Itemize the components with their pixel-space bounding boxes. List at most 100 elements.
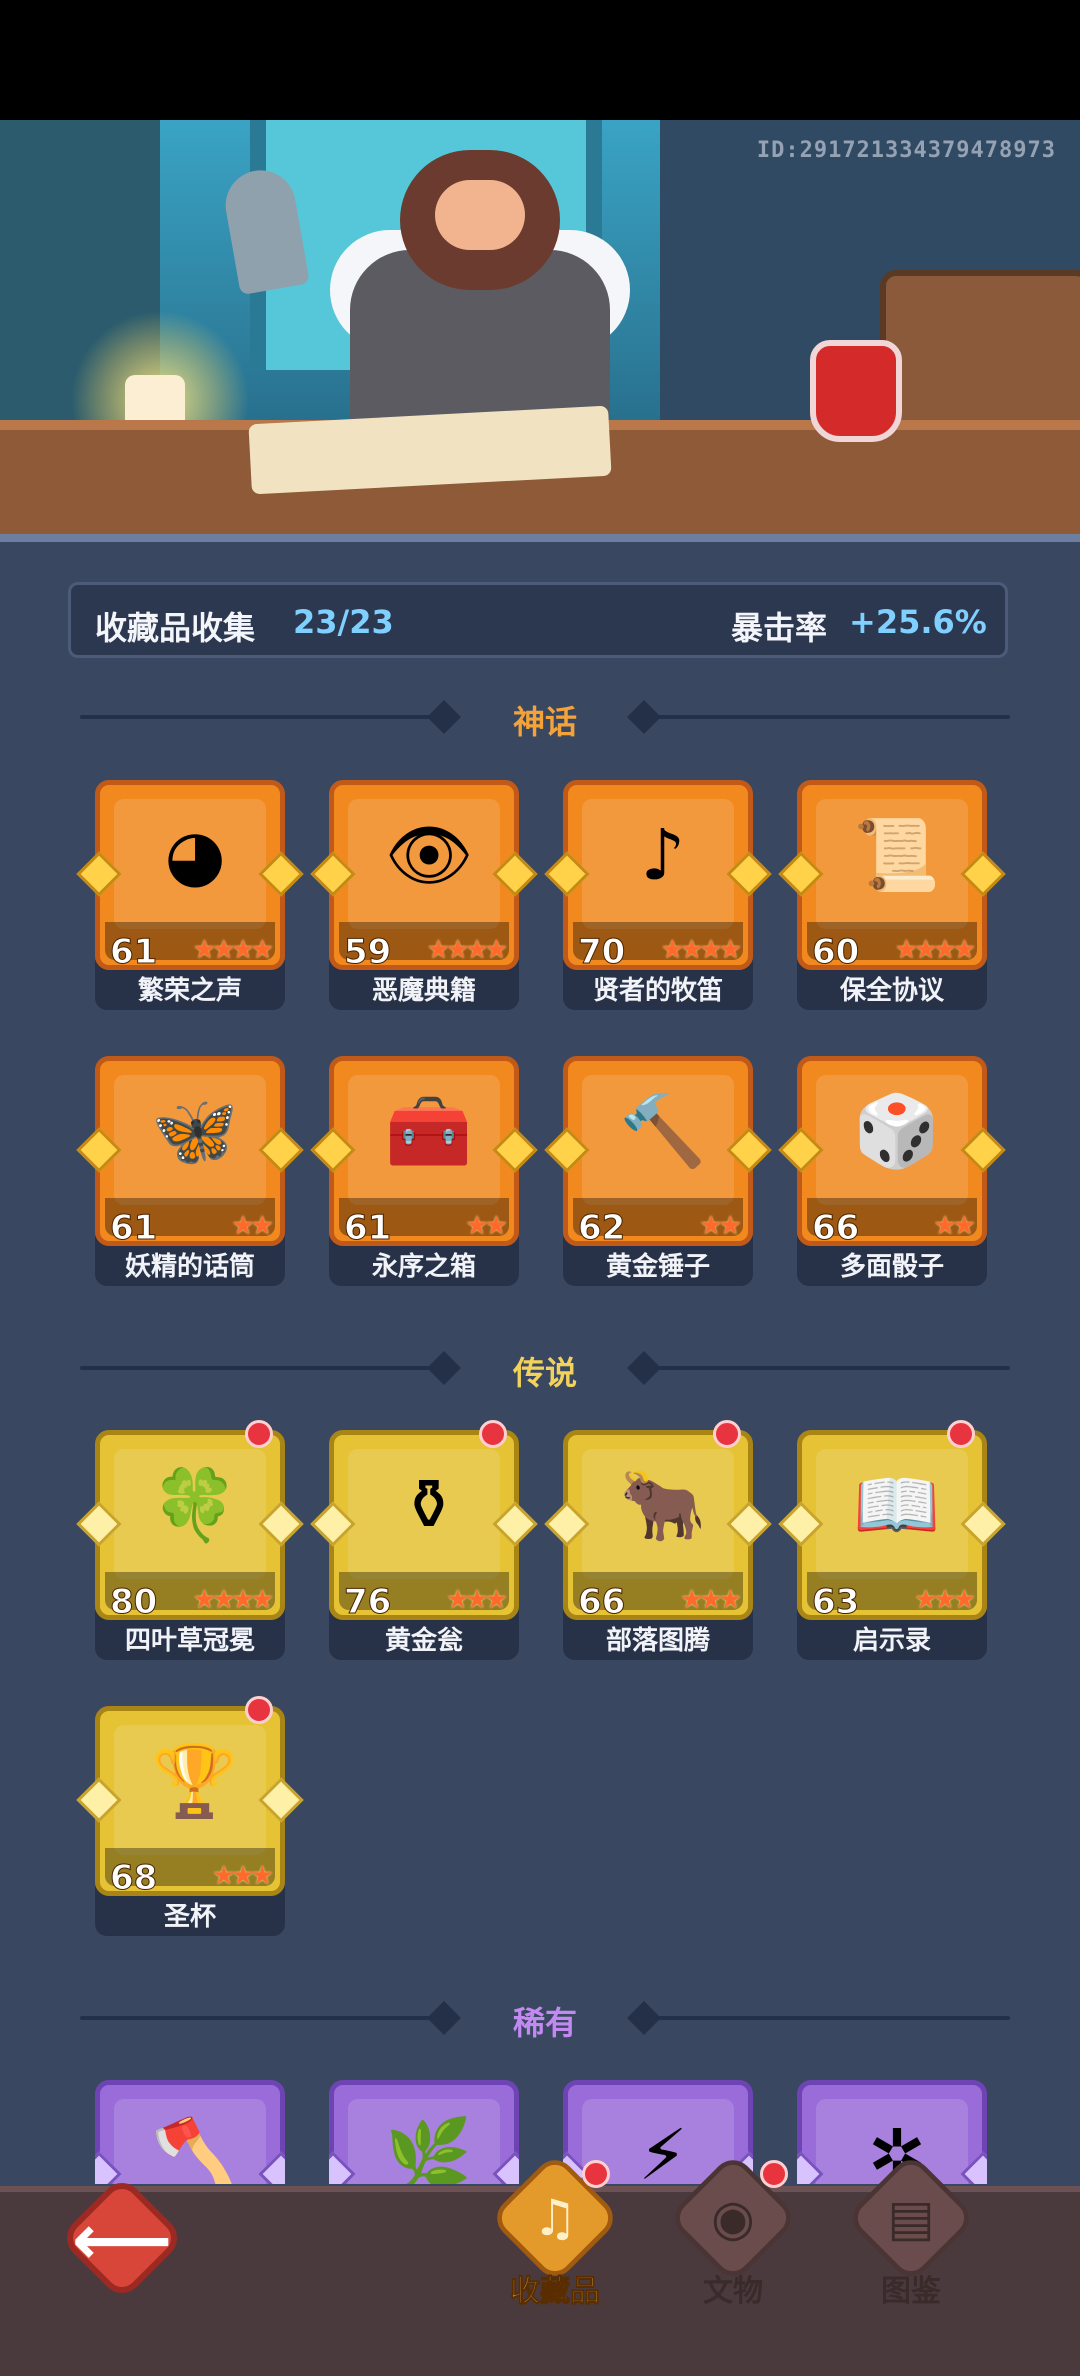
axe-icon: 🪓 bbox=[151, 2114, 239, 2184]
card-frame: 📜 60 ★★★★ bbox=[797, 780, 987, 970]
item-name: 繁荣之声 bbox=[137, 976, 242, 1006]
collectible-card[interactable]: ⚱ 76 ★★★ 黄金瓮 bbox=[310, 1420, 538, 1680]
user-id: ID:29172133437947897З bbox=[756, 138, 1056, 163]
harp-icon: ♫ bbox=[532, 2189, 578, 2247]
crit-value: +25.6% bbox=[849, 603, 987, 641]
status-bar bbox=[0, 0, 1080, 120]
item-level: 68 bbox=[109, 1858, 158, 1896]
grail-icon: 🏆 bbox=[151, 1740, 239, 1822]
item-level: 59 bbox=[343, 932, 392, 970]
back-arrow-icon[interactable]: ⟵ bbox=[62, 2190, 182, 2290]
collectible-card[interactable]: 🏆 68 ★★★ 圣杯 bbox=[76, 1696, 304, 1956]
item-level: 61 bbox=[343, 1208, 392, 1246]
item-name: 四叶草冠冕 bbox=[124, 1626, 255, 1656]
card-frame: 🐂 66 ★★★ bbox=[563, 1430, 753, 1620]
collectible-card[interactable]: 🐂 66 ★★★ 部落图腾 bbox=[544, 1420, 772, 1680]
star-rating: ★★★ bbox=[914, 1585, 976, 1615]
divider-line bbox=[650, 715, 1010, 719]
collection-count: 23/23 bbox=[293, 603, 394, 641]
collectible-card[interactable]: 📜 60 ★★★★ 保全协议 bbox=[778, 780, 1006, 1030]
collectible-card[interactable]: 👁 59 ★★★★ 恶魔典籍 bbox=[310, 780, 538, 1030]
notification-dot bbox=[479, 1420, 507, 1448]
card-frame: 📖 63 ★★★ bbox=[797, 1430, 987, 1620]
item-level: 80 bbox=[109, 1582, 158, 1620]
collectible-card[interactable]: 🪓 bbox=[95, 2080, 285, 2184]
divider-line bbox=[80, 1366, 440, 1370]
star-rating: ★★★★ bbox=[660, 935, 742, 965]
item-name: 永序之箱 bbox=[371, 1252, 476, 1282]
notification-dot bbox=[947, 1420, 975, 1448]
star-rating: ★★★★ bbox=[192, 935, 274, 965]
dwarf-face bbox=[435, 180, 525, 250]
collectible-card[interactable]: ◕ 61 ★★★★ 繁荣之声 bbox=[76, 780, 304, 1030]
collectible-card[interactable]: 🎲 66 ★★ 多面骰子 bbox=[778, 1056, 1006, 1306]
star-rating: ★★★ bbox=[212, 1861, 274, 1891]
item-level: 76 bbox=[343, 1582, 392, 1620]
item-level: 63 bbox=[811, 1582, 860, 1620]
hero-divider bbox=[0, 534, 1080, 542]
notification-dot bbox=[760, 2160, 788, 2188]
tab-codex[interactable]: ▤ 图鉴 bbox=[836, 2151, 986, 2309]
card-frame: 🦋 61 ★★ bbox=[95, 1056, 285, 1246]
notification-dot bbox=[713, 1420, 741, 1448]
card-frame: ♪ 70 ★★★★ bbox=[563, 780, 753, 970]
item-name: 恶魔典籍 bbox=[371, 976, 476, 1006]
tribal-totem-icon: 🐂 bbox=[619, 1464, 707, 1546]
star-rating: ★★ bbox=[699, 1211, 742, 1241]
tab-collectibles[interactable]: ♫ 收藏品 bbox=[480, 2151, 630, 2310]
divider-line bbox=[650, 1366, 1010, 1370]
item-level: 70 bbox=[577, 932, 626, 970]
section-title-rare: 稀有 bbox=[512, 2004, 577, 2042]
collectible-card[interactable]: 🧰 61 ★★ 永序之箱 bbox=[310, 1056, 538, 1306]
card-frame: 🔨 62 ★★ bbox=[563, 1056, 753, 1246]
star-rating: ★★ bbox=[231, 1211, 274, 1241]
treasure-chest-icon: 🧰 bbox=[385, 1090, 473, 1172]
collectible-card[interactable]: 🔨 62 ★★ 黄金锤子 bbox=[544, 1056, 772, 1306]
star-rating: ★★★ bbox=[446, 1585, 508, 1615]
item-level: 60 bbox=[811, 932, 860, 970]
flute-icon: ♪ bbox=[640, 814, 686, 896]
fairy-mic-icon: 🦋 bbox=[151, 1090, 239, 1172]
star-rating: ★★★★ bbox=[192, 1585, 274, 1615]
divider-line bbox=[80, 2016, 440, 2020]
item-name: 圣杯 bbox=[163, 1902, 216, 1932]
golden-hammer-icon: 🔨 bbox=[619, 1090, 707, 1172]
notification-dot bbox=[582, 2160, 610, 2188]
potion-icon bbox=[810, 340, 902, 442]
card-frame: ⚱ 76 ★★★ bbox=[329, 1430, 519, 1620]
blue-spirit-icon: ◕ bbox=[164, 814, 226, 896]
collectible-card[interactable]: ♪ 70 ★★★★ 贤者的牧笛 bbox=[544, 780, 772, 1030]
card-frame: ◕ 61 ★★★★ bbox=[95, 780, 285, 970]
item-name: 黄金瓮 bbox=[384, 1626, 463, 1656]
golden-urn-icon: ⚱ bbox=[399, 1464, 459, 1546]
star-rating: ★★★ bbox=[680, 1585, 742, 1615]
open-book-icon: 📖 bbox=[853, 1464, 941, 1546]
collectible-card[interactable]: 🍀 80 ★★★★ 四叶草冠冕 bbox=[76, 1420, 304, 1680]
card-frame: 👁 59 ★★★★ bbox=[329, 780, 519, 970]
divider-line bbox=[80, 715, 440, 719]
tab-label: 收藏品 bbox=[510, 2274, 601, 2310]
card-frame: 🏆 68 ★★★ bbox=[95, 1706, 285, 1896]
collectible-card[interactable]: 🦋 61 ★★ 妖精的话筒 bbox=[76, 1056, 304, 1306]
item-level: 66 bbox=[811, 1208, 860, 1246]
eye-icon: ◉ bbox=[711, 2189, 755, 2247]
card-frame: 🪓 bbox=[95, 2080, 285, 2184]
divider-line bbox=[650, 2016, 1010, 2020]
item-name: 启示录 bbox=[852, 1626, 931, 1656]
section-header-rare: 稀有 bbox=[0, 1998, 1080, 2042]
demon-tome-icon: 👁 bbox=[384, 814, 474, 896]
contract-scroll-icon: 📜 bbox=[853, 814, 941, 896]
star-rating: ★★ bbox=[465, 1211, 508, 1241]
tab-artifacts[interactable]: ◉ 文物 bbox=[658, 2151, 808, 2309]
dice-icon: 🎲 bbox=[853, 1090, 941, 1172]
star-rating: ★★★★ bbox=[426, 935, 508, 965]
card-frame: 🎲 66 ★★ bbox=[797, 1056, 987, 1246]
item-name: 部落图腾 bbox=[605, 1626, 710, 1656]
collectible-card[interactable]: 📖 63 ★★★ 启示录 bbox=[778, 1420, 1006, 1680]
collection-summary: 收藏品收集 23/23 暴击率 +25.6% bbox=[68, 582, 1008, 658]
card-frame: 🍀 80 ★★★★ bbox=[95, 1430, 285, 1620]
item-level: 61 bbox=[109, 932, 158, 970]
item-level: 62 bbox=[577, 1208, 626, 1246]
section-title-mythic: 神话 bbox=[512, 703, 577, 741]
star-rating: ★★ bbox=[933, 1211, 976, 1241]
